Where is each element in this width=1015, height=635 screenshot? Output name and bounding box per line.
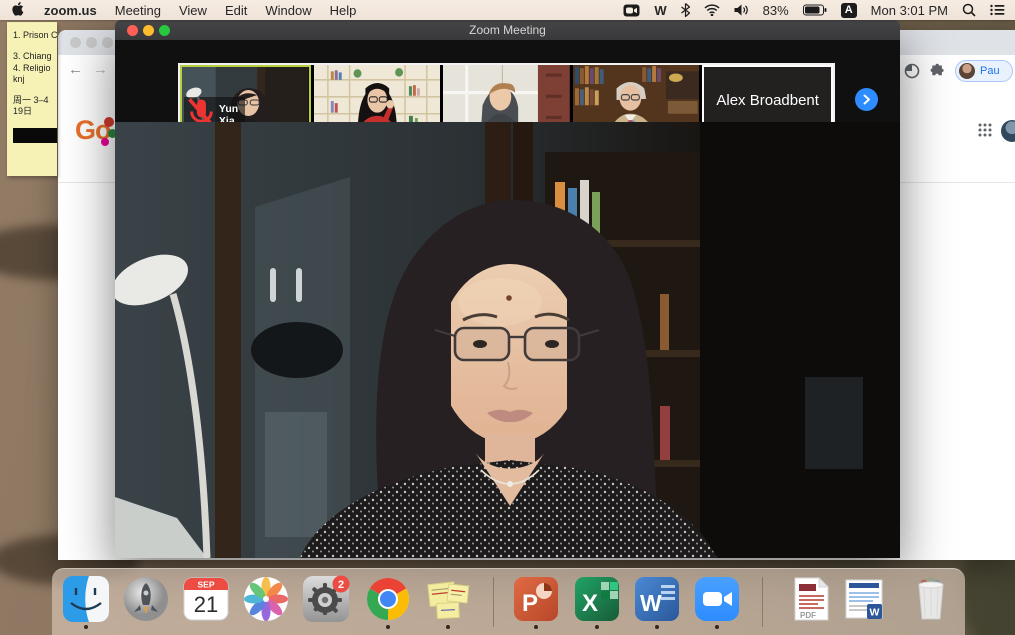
dock-pdf-document-icon[interactable]: PDF [787,575,835,623]
google-doodle [104,117,114,127]
participant-name: Alex Broadbent [716,92,819,109]
browser-zoom-button[interactable] [102,37,113,48]
dock-excel-icon[interactable]: X [573,575,621,623]
dock-powerpoint-icon[interactable]: P [512,575,560,623]
pdf-label: PDF [800,611,816,620]
notification-badge: 2 [338,579,344,591]
extension-badge-icon[interactable] [904,63,920,79]
dock-word-icon[interactable]: W [633,575,681,623]
menu-window[interactable]: Window [265,3,311,18]
dock-stickies-icon[interactable] [424,575,472,623]
profile-avatar [959,63,975,79]
window-title: Zoom Meeting [469,23,546,37]
running-indicator [595,625,599,629]
menu-view[interactable]: View [179,3,207,18]
zoom-meeting-window[interactable]: Zoom Meeting [115,20,900,558]
chevron-right-icon [861,94,872,105]
window-fullscreen-button[interactable] [159,25,170,36]
menu-clock[interactable]: Mon 3:01 PM [871,3,948,18]
apple-logo-icon [12,2,26,18]
spotlight-search-icon[interactable] [962,3,976,17]
dock-divider [762,577,763,627]
google-apps-grid-icon[interactable] [978,123,992,137]
zoom-title-bar[interactable]: Zoom Meeting [115,20,900,40]
dock-system-preferences-icon[interactable]: 2 [302,575,350,623]
battery-icon[interactable] [803,4,827,16]
sticky-line: 4. Religio [13,63,57,74]
dock-word-document-icon[interactable]: W [840,575,888,623]
main-video [115,122,900,558]
battery-percent: 83% [763,3,789,18]
dock-chrome-icon[interactable] [364,575,412,623]
w-extension-icon[interactable]: W [654,3,666,18]
bluetooth-icon[interactable] [681,3,690,17]
calendar-day: 21 [194,592,218,617]
window-minimize-button[interactable] [143,25,154,36]
extensions-puzzle-icon[interactable] [929,63,946,80]
browser-profile-chip[interactable]: Pau [955,60,1013,82]
back-icon[interactable]: ← [68,61,83,78]
word-letter: W [640,590,662,616]
apple-menu[interactable] [12,2,26,18]
sticky-line: 1. Prison C [13,30,57,41]
main-video-frame [115,122,900,558]
input-source-icon[interactable]: A [841,3,857,18]
powerpoint-letter: P [522,590,538,617]
notification-center-icon[interactable] [990,4,1005,16]
browser-minimize-button[interactable] [86,37,97,48]
dock-finder-icon[interactable] [62,575,110,623]
google-account-avatar[interactable] [1001,120,1015,142]
menu-app-name[interactable]: zoom.us [44,3,97,18]
profile-chip-label: Pau [980,65,1000,77]
calendar-month: SEP [197,580,214,590]
sticky-line: 3. Chiang [13,51,57,62]
menu-edit[interactable]: Edit [225,3,247,18]
sticky-redacted-bar [13,128,57,143]
menu-bar: zoom.us Meeting View Edit Window Help W … [0,0,1015,20]
running-indicator [715,625,719,629]
running-indicator [534,625,538,629]
word-doc-badge: W [870,607,880,619]
dock: SEP 21 2 P X W [52,568,965,635]
google-doodle [101,138,109,146]
dock-zoom-icon[interactable] [693,575,741,623]
window-close-button[interactable] [127,25,138,36]
participant-filmstrip: Yun Xia [115,40,900,122]
dock-trash-icon[interactable] [907,575,955,623]
running-indicator [446,625,450,629]
sticky-line: 周一 3–4 [13,95,57,106]
volume-icon[interactable] [734,4,749,16]
dock-divider [493,577,494,627]
running-indicator [84,625,88,629]
next-participants-button[interactable] [855,88,878,111]
dock-calendar-icon[interactable]: SEP 21 [182,575,230,623]
desktop: ← → Pau Go [0,0,1015,635]
menu-help[interactable]: Help [330,3,357,18]
sticky-line: knj [13,74,57,85]
running-indicator [655,625,659,629]
sticky-line: 19日 [13,106,57,117]
stickies-note-window[interactable]: 1. Prison C 3. Chiang 4. Religio knj 周一 … [7,22,57,176]
forward-icon[interactable]: → [93,61,108,78]
running-indicator [386,625,390,629]
dock-photos-icon[interactable] [242,575,290,623]
menu-meeting[interactable]: Meeting [115,3,161,18]
browser-close-button[interactable] [70,37,81,48]
zoom-status-icon[interactable] [623,4,640,17]
dock-launchpad-icon[interactable] [122,575,170,623]
wifi-icon[interactable] [704,4,720,16]
excel-letter: X [582,590,598,617]
